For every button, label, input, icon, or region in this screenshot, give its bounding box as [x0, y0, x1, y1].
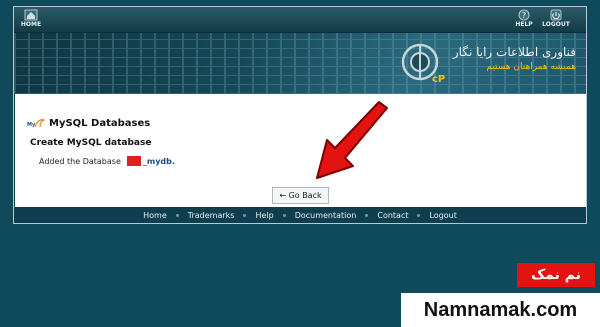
footer-link-trademarks[interactable]: Trademarks: [179, 211, 244, 220]
section-subtitle: Create MySQL database: [30, 138, 152, 148]
status-prefix: Added the Database: [39, 156, 121, 166]
brand-block: فناوری اطلاعات رایا نگار همیشه همراهتان …: [453, 45, 576, 74]
svg-text:?: ?: [522, 11, 526, 20]
footer-link-documentation[interactable]: Documentation: [286, 211, 366, 220]
home-label: HOME: [20, 21, 42, 28]
logout-label: LOGOUT: [542, 21, 570, 28]
cpanel-logo: cP: [398, 42, 446, 90]
footer-link-logout[interactable]: Logout: [420, 211, 465, 220]
brand-name: فناوری اطلاعات رایا نگار: [452, 45, 576, 59]
go-back-button[interactable]: ← Go Back: [272, 187, 329, 204]
page-title: My MySQL Databases: [27, 117, 150, 129]
red-arrow-annotation: [316, 101, 388, 179]
svg-text:cP: cP: [432, 74, 445, 85]
watermark-site: Namnamak.com: [401, 293, 600, 327]
home-button[interactable]: HOME: [20, 9, 42, 30]
footer-link-home[interactable]: Home: [134, 211, 176, 220]
logout-icon: [550, 9, 562, 21]
logout-button[interactable]: LOGOUT: [541, 9, 571, 30]
home-icon: [24, 9, 38, 21]
header-banner: cP فناوری اطلاعات رایا نگار همیشه همراهت…: [14, 33, 586, 94]
svg-text:My: My: [27, 122, 36, 128]
footer-link-contact[interactable]: Contact: [368, 211, 417, 220]
redacted-db-prefix: [126, 156, 141, 166]
footer-link-help[interactable]: Help: [246, 211, 282, 220]
top-toolbar: HOME ? HELP LOGOUT: [14, 7, 586, 33]
help-label: HELP: [515, 21, 533, 28]
database-name: _mydb.: [142, 156, 175, 166]
page-title-text: MySQL Databases: [49, 117, 151, 129]
footer-nav: Home Trademarks Help Documentation Conta…: [14, 207, 586, 223]
help-button[interactable]: ? HELP: [514, 9, 534, 30]
watermark-persian: نم نمک: [517, 263, 595, 287]
status-message: Added the Database _mydb.: [39, 156, 175, 166]
brand-slogan: همیشه همراهتان هستیم: [486, 62, 576, 72]
mysql-dolphin-icon: My: [27, 119, 45, 128]
help-icon: ?: [518, 9, 530, 21]
